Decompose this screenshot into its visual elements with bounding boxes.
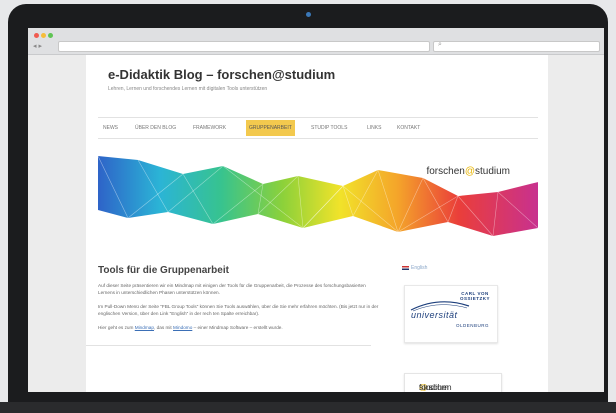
banner-logo-suffix: studium — [474, 166, 510, 177]
mindmap-link[interactable]: Mindmap — [135, 325, 154, 330]
english-language-link[interactable]: English — [402, 265, 427, 271]
paragraph-text: Hier geht es zum — [98, 325, 135, 330]
nav-item-links[interactable]: Links — [364, 123, 384, 133]
nav-item-about[interactable]: Über den Blog — [132, 123, 179, 133]
banner-logo: forschen@studium — [426, 166, 510, 177]
main-navigation: News Über den Blog Framework Gruppenarbe… — [98, 117, 538, 139]
university-city: OLDENBURG — [455, 323, 489, 328]
nav-item-news[interactable]: News — [100, 123, 121, 133]
blog-page: e-Didaktik Blog – forschen@studium Lehre… — [86, 55, 548, 392]
browser-toolbar: ◂ ▸ ⌕ — [28, 28, 604, 55]
nav-item-framework[interactable]: Framework — [190, 123, 229, 133]
paragraph-text: , das mit — [154, 325, 174, 330]
post-content: Tools für die Gruppenarbeit Auf dieser S… — [98, 265, 383, 338]
post-paragraph: Hier geht es zum Mindmap, das mit Mindom… — [98, 324, 383, 331]
laptop-base — [0, 402, 616, 413]
address-bar[interactable] — [58, 41, 430, 52]
header-banner: forschen@studium — [97, 152, 539, 240]
nav-item-contact[interactable]: Kontakt — [394, 123, 423, 133]
site-description: Lehren, Lernen und forschendes Lernen mi… — [108, 86, 268, 92]
paragraph-text: – einer Mindmap Software – erstellt wurd… — [192, 325, 283, 330]
minimize-window-button[interactable] — [41, 33, 46, 38]
content-divider — [86, 345, 371, 346]
university-logo[interactable]: CARL VON OSSIETZKY universität OLDENBURG — [404, 285, 498, 343]
camera-icon — [306, 12, 311, 17]
post-paragraph: Im Pull-Down Menü der Seite “FBL Group T… — [98, 304, 379, 316]
laptop-frame: ◂ ▸ ⌕ e-Didaktik Blog – forschen@studium… — [8, 4, 608, 413]
back-forward-icon[interactable]: ◂ ▸ — [33, 42, 42, 50]
university-founder-text: CARL VON OSSIETZKY — [459, 291, 490, 301]
banner-logo-prefix: forschen — [426, 166, 465, 177]
maximize-window-button[interactable] — [48, 33, 53, 38]
search-icon: ⌕ — [438, 41, 442, 48]
banner-logo-at: @ — [464, 166, 475, 177]
screen: ◂ ▸ ⌕ e-Didaktik Blog – forschen@studium… — [28, 28, 604, 392]
nav-item-studip-tools[interactable]: Studip Tools — [308, 123, 350, 133]
post-title: Tools für die Gruppenarbeit — [98, 265, 229, 276]
project-logo-suffix: studium — [419, 382, 449, 392]
uk-flag-icon — [402, 265, 409, 270]
forschen-studium-logo[interactable]: forschen @ studium — [404, 373, 502, 392]
mindomo-link[interactable]: Mindomo — [173, 325, 192, 330]
browser-search-field[interactable]: ⌕ — [433, 41, 600, 52]
university-name: universität — [411, 310, 458, 320]
close-window-button[interactable] — [34, 33, 39, 38]
nav-item-group-work[interactable]: Gruppenarbeit — [246, 120, 295, 136]
post-paragraph: Auf dieser Seite präsentieren wir ein Mi… — [98, 283, 366, 295]
site-title[interactable]: e-Didaktik Blog – forschen@studium — [108, 67, 335, 82]
language-label: English — [411, 265, 428, 271]
